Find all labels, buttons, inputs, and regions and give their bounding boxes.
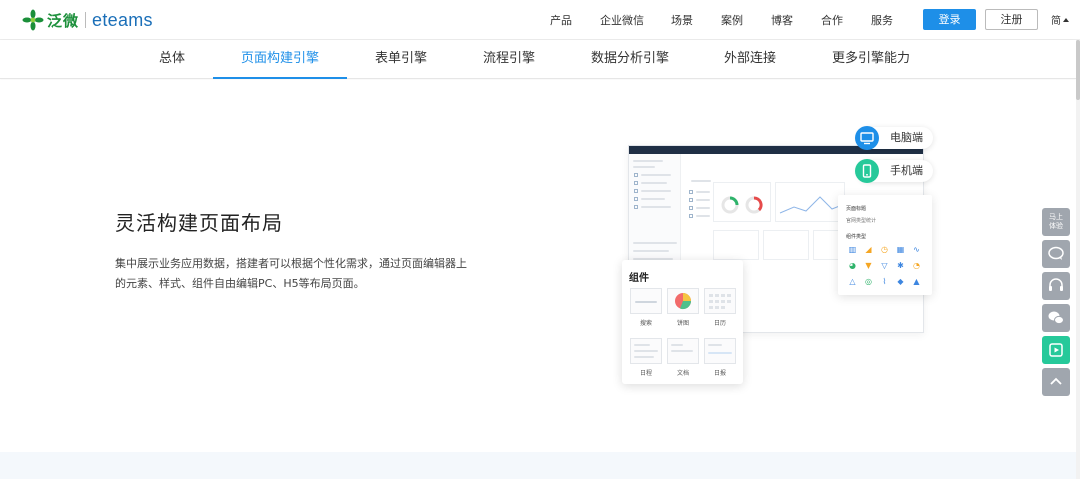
- funnel-icon[interactable]: ▼: [864, 261, 873, 270]
- customer-service-button[interactable]: [1042, 272, 1070, 300]
- component-daily-report-label: 日报: [713, 370, 726, 377]
- logo-divider: [85, 12, 87, 28]
- component-search[interactable]: 搜索: [628, 288, 664, 327]
- page-builder-illustration: 页面标题 官网类型统计 组件类型 ▥ ◢ ◷ ▦ ∿ ◕ ▼ ▽ ✱ ◔ △ ◎…: [620, 125, 940, 390]
- main-nav: 产品 企业微信 场景 案例 博客 合作 服务: [550, 12, 911, 28]
- ring-icon[interactable]: ◎: [864, 277, 873, 286]
- tab-more-engines[interactable]: 更多引擎能力: [820, 40, 922, 79]
- top-navbar: 泛微 eteams 产品 企业微信 场景 案例 博客 合作 服务 登录 注册 简: [0, 0, 1080, 40]
- section-description: 集中展示业务应用数据，搭建者可以根据个性化需求，通过页面编辑器上的元素、样式、组…: [115, 257, 467, 290]
- triangle-icon[interactable]: △: [848, 277, 857, 286]
- login-button[interactable]: 登录: [923, 9, 976, 30]
- panel-component-type-label: 组件类型: [846, 234, 867, 240]
- nav-item-service[interactable]: 服务: [871, 12, 911, 28]
- map-icon[interactable]: ◆: [896, 277, 905, 286]
- video-demo-button[interactable]: [1042, 336, 1070, 364]
- tab-workflow-engine[interactable]: 流程引擎: [471, 40, 547, 79]
- brand-name-cn: 泛微: [47, 11, 80, 30]
- engine-tab-bar: 总体 页面构建引擎 表单引擎 流程引擎 数据分析引擎 外部连接 更多引擎能力: [0, 40, 1076, 79]
- language-label: 简: [1051, 16, 1061, 27]
- next-section-band: [0, 452, 1076, 479]
- mobile-phone-icon: [855, 159, 879, 183]
- language-switch[interactable]: 简: [1051, 12, 1069, 27]
- trial-now-button[interactable]: 马上体验: [1042, 208, 1070, 236]
- nav-item-scenario[interactable]: 场景: [671, 12, 721, 28]
- tab-overview[interactable]: 总体: [148, 40, 196, 79]
- pie-chart-icon[interactable]: ◕: [848, 261, 857, 270]
- wechat-button[interactable]: [1042, 304, 1070, 332]
- headset-icon: [1049, 278, 1063, 291]
- section-heading: 灵活构建页面布局: [115, 211, 283, 235]
- donut-icon[interactable]: ◔: [912, 261, 921, 270]
- desktop-icon: [855, 126, 879, 150]
- chat-button[interactable]: [1042, 240, 1070, 268]
- tab-data-analysis-engine[interactable]: 数据分析引擎: [580, 40, 680, 79]
- clock-icon[interactable]: ◷: [880, 245, 889, 254]
- nav-item-partner[interactable]: 合作: [821, 12, 871, 28]
- panel-page-title: 页面标题: [846, 206, 867, 212]
- component-schedule[interactable]: 日程: [628, 338, 664, 377]
- line-chart-card-mockup: [775, 182, 845, 222]
- trial-now-label: 马上体验: [1049, 213, 1063, 230]
- brand-logo[interactable]: 泛微 eteams: [22, 7, 153, 33]
- component-document-label: 文档: [676, 370, 689, 377]
- component-schedule-label: 日程: [639, 370, 652, 377]
- tab-page-builder[interactable]: 页面构建引擎: [213, 40, 347, 79]
- component-document[interactable]: 文档: [665, 338, 701, 377]
- panel-subtitle: 官网类型统计: [846, 218, 877, 224]
- brand-logo-icon: [22, 9, 44, 31]
- nav-item-wecom[interactable]: 企业微信: [600, 12, 671, 28]
- brand-name-en: eteams: [92, 9, 153, 30]
- table-icon[interactable]: ▦: [896, 245, 905, 254]
- bar-chart-icon[interactable]: ▥: [848, 245, 857, 254]
- nav-item-blog[interactable]: 博客: [771, 12, 821, 28]
- funnel-chart-icon[interactable]: ▽: [880, 261, 889, 270]
- trend-icon[interactable]: ⌇: [880, 277, 889, 286]
- scrollbar-thumb[interactable]: [1076, 40, 1080, 100]
- component-search-label: 搜索: [639, 320, 652, 327]
- caret-up-icon: [1063, 17, 1069, 22]
- components-panel: 组件 搜索 饼图 日历 日程 文档 日报: [622, 260, 743, 384]
- wave-chart-icon[interactable]: ∿: [912, 245, 921, 254]
- chevron-up-icon: [1050, 377, 1062, 385]
- radar-icon[interactable]: ✱: [896, 261, 905, 270]
- component-pie[interactable]: 饼图: [665, 288, 701, 327]
- component-calendar-label: 日历: [713, 320, 726, 327]
- component-pie-label: 饼图: [676, 320, 689, 327]
- component-properties-panel: 页面标题 官网类型统计 组件类型 ▥ ◢ ◷ ▦ ∿ ◕ ▼ ▽ ✱ ◔ △ ◎…: [838, 195, 932, 295]
- tab-external-connection[interactable]: 外部连接: [712, 40, 788, 79]
- page-scrollbar[interactable]: [1076, 40, 1080, 479]
- component-calendar[interactable]: 日历: [702, 288, 738, 327]
- mobile-device-label[interactable]: 手机端: [855, 159, 933, 183]
- mobile-label-text: 手机端: [890, 164, 923, 177]
- tab-form-engine[interactable]: 表单引擎: [363, 40, 439, 79]
- area-chart-icon[interactable]: ◢: [864, 245, 873, 254]
- chat-bubble-icon: [1048, 246, 1064, 260]
- gauge-card-mockup: [713, 182, 771, 222]
- pc-device-label[interactable]: 电脑端: [855, 126, 933, 150]
- pc-label-text: 电脑端: [890, 131, 923, 144]
- nav-item-cases[interactable]: 案例: [721, 12, 771, 28]
- wechat-icon: [1048, 311, 1064, 325]
- nav-item-product[interactable]: 产品: [550, 12, 600, 28]
- back-to-top-button[interactable]: [1042, 368, 1070, 396]
- components-panel-title: 组件: [629, 273, 649, 284]
- pyramid-icon[interactable]: ▲: [912, 277, 921, 286]
- play-video-icon: [1049, 343, 1063, 357]
- component-daily-report[interactable]: 日报: [702, 338, 738, 377]
- register-button[interactable]: 注册: [985, 9, 1038, 30]
